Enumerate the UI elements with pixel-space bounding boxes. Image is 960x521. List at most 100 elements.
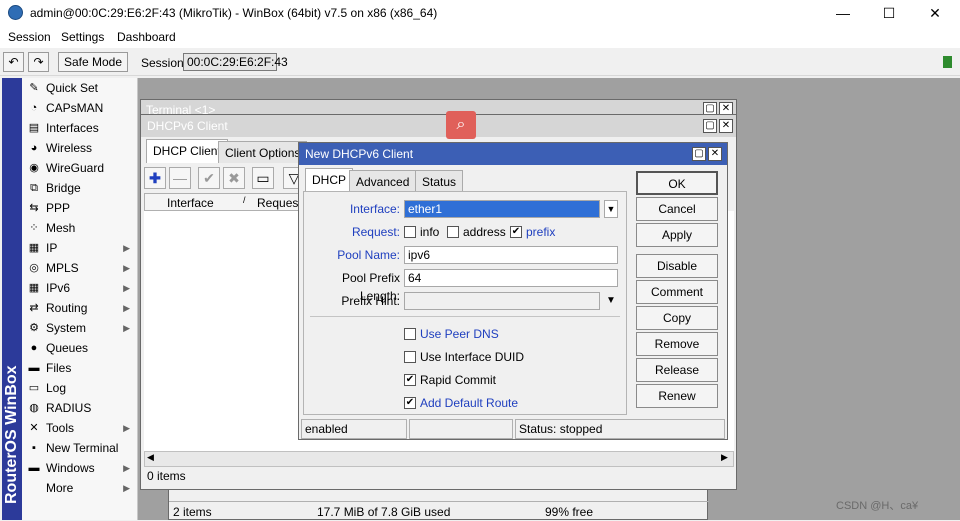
tab-advanced[interactable]: Advanced xyxy=(349,170,417,192)
files-icon: ▬ xyxy=(28,362,40,374)
submenu-arrow-icon: ▶ xyxy=(123,243,130,253)
rapid-commit-label: Rapid Commit xyxy=(420,373,497,387)
use-interface-duid-checkbox[interactable] xyxy=(404,351,416,363)
horizontal-scrollbar[interactable]: ◀ ▶ xyxy=(144,451,734,467)
mpls-icon: ◎ xyxy=(29,262,39,274)
dhcp-close-button[interactable]: ✕ xyxy=(719,119,733,133)
sidebar-item-more[interactable]: More ▶ xyxy=(24,478,136,498)
sidebar-item-tools[interactable]: ✕ Tools ▶ xyxy=(24,418,136,438)
sidebar-item-ipv6[interactable]: ▦ IPv6 ▶ xyxy=(24,278,136,298)
dhcp-maximize-button[interactable]: ▢ xyxy=(703,119,717,133)
submenu-arrow-icon: ▶ xyxy=(123,323,130,333)
session-value: 00:0C:29:E6:2F:43 xyxy=(183,53,288,71)
sidebar: ✎ Quick Set ◔ CAPsMAN ▤ Interfaces ◕ Wireless ◉ W… xyxy=(22,78,138,520)
capsman-icon: ◔ xyxy=(30,102,38,114)
menu-settings[interactable]: Settings xyxy=(61,30,104,44)
maximize-button[interactable]: ☐ xyxy=(866,0,912,26)
pool-prefix-length-field[interactable]: 64 xyxy=(404,269,618,287)
scroll-left-icon[interactable]: ◀ xyxy=(147,452,154,463)
remove-icon[interactable]: — xyxy=(169,167,191,189)
sidebar-item-routing[interactable]: ⇄ Routing ▶ xyxy=(24,298,136,318)
ip-icon: ▦ xyxy=(28,242,40,254)
tab-status[interactable]: Status xyxy=(415,170,464,192)
close-button[interactable]: ✕ xyxy=(912,0,958,26)
add-icon[interactable]: ✚ xyxy=(144,167,166,189)
comment-button[interactable]: Comment xyxy=(636,280,718,304)
undo-button[interactable]: ↶ xyxy=(3,52,24,72)
dialog-close-button[interactable]: ✕ xyxy=(708,147,722,161)
sidebar-item-ppp[interactable]: ⇆ PPP xyxy=(24,198,136,218)
wireless-icon: ◕ xyxy=(30,142,38,154)
enable-icon[interactable]: ✔ xyxy=(198,167,220,189)
pool-name-label: Pool Name: xyxy=(337,248,400,262)
bridge-icon: ⧉ xyxy=(30,182,38,194)
search-icon[interactable]: ⌕ xyxy=(446,111,476,139)
rapid-commit-checkbox[interactable]: ✔ xyxy=(404,374,416,386)
sidebar-item-capsman[interactable]: ◔ CAPsMAN xyxy=(24,98,136,118)
remove-button[interactable]: Remove xyxy=(636,332,718,356)
sidebar-item-bridge[interactable]: ⧉ Bridge xyxy=(24,178,136,198)
dhcp-tab-panel: Interface: ether1 ▼ Request: info addres… xyxy=(303,191,627,415)
pool-name-field[interactable]: ipv6 xyxy=(404,246,618,264)
comment-icon[interactable]: ▭ xyxy=(252,167,274,189)
brand-vertical-text: RouterOS WinBox xyxy=(3,365,20,504)
disable-button[interactable]: Disable xyxy=(636,254,718,278)
sidebar-item-queues[interactable]: ● Queues xyxy=(24,338,136,358)
sidebar-item-label: WireGuard xyxy=(46,161,105,175)
sidebar-item-new-terminal[interactable]: ▪ New Terminal xyxy=(24,438,136,458)
ok-button[interactable]: OK xyxy=(636,171,718,195)
sidebar-item-label: Windows xyxy=(46,461,95,475)
sidebar-item-ip[interactable]: ▦ IP ▶ xyxy=(24,238,136,258)
tab-dhcp[interactable]: DHCP xyxy=(305,168,354,192)
sidebar-item-wireless[interactable]: ◕ Wireless xyxy=(24,138,136,158)
prefix-hint-field[interactable] xyxy=(404,292,600,310)
sidebar-item-interfaces[interactable]: ▤ Interfaces xyxy=(24,118,136,138)
renew-button[interactable]: Renew xyxy=(636,384,718,408)
session-label: Session: xyxy=(141,56,188,70)
minimize-button[interactable]: — xyxy=(820,0,866,26)
wireguard-icon: ◉ xyxy=(29,162,39,174)
sidebar-item-label: MPLS xyxy=(46,261,79,275)
sidebar-item-label: IPv6 xyxy=(46,281,71,295)
tab-client-options[interactable]: Client Options xyxy=(218,141,308,163)
sidebar-item-system[interactable]: ⚙ System ▶ xyxy=(24,318,136,338)
menu-dashboard[interactable]: Dashboard xyxy=(117,30,176,44)
sidebar-item-windows[interactable]: ▬ Windows ▶ xyxy=(24,458,136,478)
request-prefix-checkbox[interactable]: ✔ xyxy=(510,226,522,238)
app-titlebar: admin@00:0C:29:E6:2F:43 (MikroTik) - Win… xyxy=(0,0,960,26)
new-dhcpv6-client-dialog: New DHCPv6 Client ▢ ✕ DHCP Advanced Stat… xyxy=(298,142,728,440)
sidebar-item-mesh[interactable]: ⁘ Mesh xyxy=(24,218,136,238)
add-default-route-checkbox[interactable]: ✔ xyxy=(404,397,416,409)
copy-button[interactable]: Copy xyxy=(636,306,718,330)
request-info-checkbox[interactable] xyxy=(404,226,416,238)
safe-mode-button[interactable]: Safe Mode xyxy=(58,52,128,72)
sidebar-item-log[interactable]: ▭ Log xyxy=(24,378,136,398)
prefix-hint-dropdown-icon[interactable]: ▼ xyxy=(606,292,616,310)
tab-dhcp-client[interactable]: DHCP Client xyxy=(146,139,228,163)
gear-icon: ⚙ xyxy=(29,322,39,334)
release-button[interactable]: Release xyxy=(636,358,718,382)
column-interface[interactable]: Interface xyxy=(167,196,214,210)
sidebar-item-quick-set[interactable]: ✎ Quick Set xyxy=(24,78,136,98)
request-address-checkbox[interactable] xyxy=(447,226,459,238)
scroll-right-icon[interactable]: ▶ xyxy=(721,452,728,463)
sidebar-item-mpls[interactable]: ◎ MPLS ▶ xyxy=(24,258,136,278)
use-peer-dns-checkbox[interactable] xyxy=(404,328,416,340)
redo-button[interactable]: ↷ xyxy=(28,52,49,72)
sidebar-item-wireguard[interactable]: ◉ WireGuard xyxy=(24,158,136,178)
cancel-button[interactable]: Cancel xyxy=(636,197,718,221)
dialog-maximize-button[interactable]: ▢ xyxy=(692,147,706,161)
menu-session[interactable]: Session xyxy=(8,30,51,44)
interface-select[interactable]: ether1 xyxy=(404,200,600,218)
apply-button[interactable]: Apply xyxy=(636,223,718,247)
sidebar-item-radius[interactable]: ◍ RADIUS xyxy=(24,398,136,418)
disable-icon[interactable]: ✖ xyxy=(223,167,245,189)
files-used: 17.7 MiB of 7.8 GiB used xyxy=(317,505,451,519)
submenu-arrow-icon: ▶ xyxy=(123,463,130,473)
sidebar-item-files[interactable]: ▬ Files xyxy=(24,358,136,378)
column-request[interactable]: Request xyxy=(257,196,302,210)
windows-icon: ▬ xyxy=(28,462,40,474)
submenu-arrow-icon: ▶ xyxy=(123,263,130,273)
interface-dropdown-icon[interactable]: ▼ xyxy=(604,200,618,218)
use-interface-duid-label: Use Interface DUID xyxy=(420,350,525,364)
